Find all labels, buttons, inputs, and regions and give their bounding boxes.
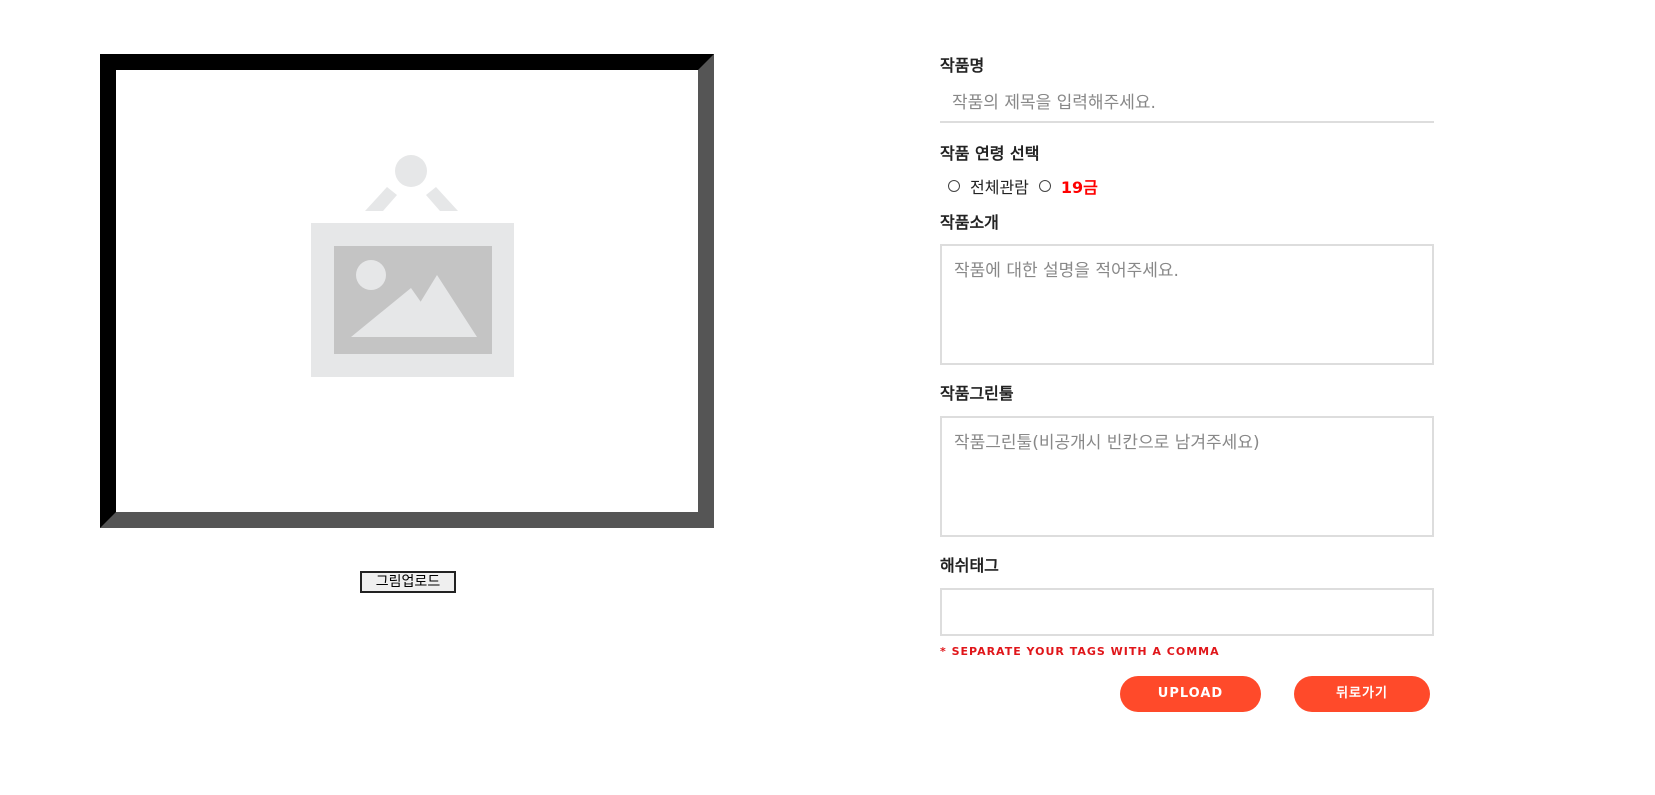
age-rating-radio-19[interactable]	[1038, 180, 1051, 192]
back-button[interactable]: 뒤로가기	[1294, 676, 1430, 712]
hashtag-label: 해쉬태그	[940, 556, 999, 575]
hashtag-input[interactable]	[940, 588, 1434, 636]
age-rating-label-19[interactable]: 19금	[1061, 174, 1098, 198]
age-rating-radio-all[interactable]	[948, 180, 960, 192]
upload-button[interactable]: UPLOAD	[1120, 676, 1261, 712]
age-rating-label-all[interactable]: 전체관람	[970, 174, 1029, 198]
tools-textarea[interactable]	[940, 416, 1434, 537]
title-input[interactable]	[940, 85, 1434, 123]
description-textarea[interactable]	[940, 244, 1434, 365]
tools-label: 작품그린툴	[940, 384, 1014, 403]
upload-image-button[interactable]: 그림업로드	[360, 571, 456, 593]
title-label: 작품명	[940, 56, 985, 75]
image-placeholder-icon	[311, 155, 514, 377]
image-preview-frame	[100, 54, 714, 528]
age-rating-options: 전체관람 19금	[948, 175, 1108, 197]
description-label: 작품소개	[940, 213, 999, 232]
age-rating-label: 작품 연령 선택	[940, 144, 1040, 163]
hashtag-hint: * SEPARATE YOUR TAGS WITH A COMMA	[940, 645, 1220, 658]
